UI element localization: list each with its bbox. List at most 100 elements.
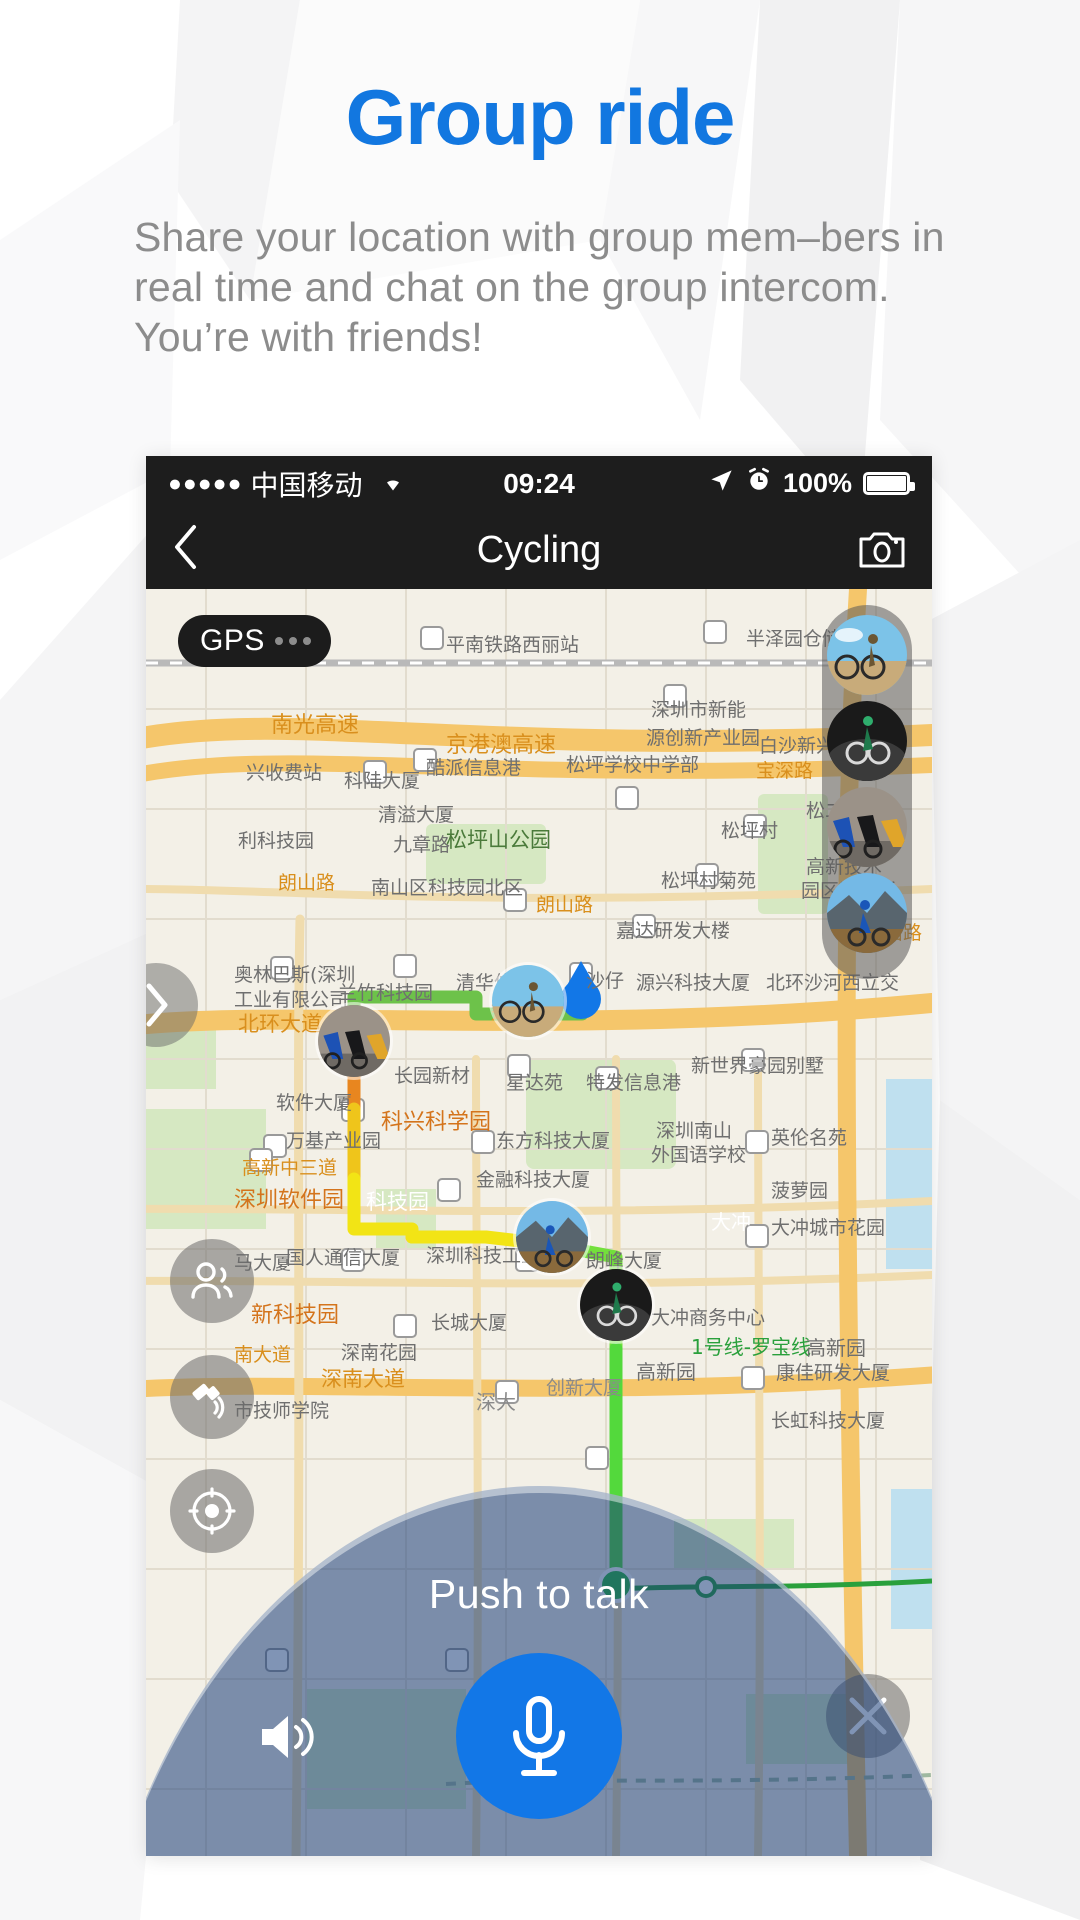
speaker-icon xyxy=(262,1716,314,1758)
map-label: 星达苑 xyxy=(506,1072,563,1094)
page-subtitle: Share your location with group mem–bers … xyxy=(134,214,945,361)
satellite-button[interactable] xyxy=(170,1355,254,1439)
map-label: 平南铁路西丽站 xyxy=(446,634,579,656)
map-label: 朗山路 xyxy=(278,872,335,894)
map-label: 大冲商务中心 xyxy=(651,1307,765,1329)
member-avatar-strip[interactable] xyxy=(822,605,912,979)
signal-dots-icon: ●●●●● xyxy=(168,470,243,496)
map-label: 大冲 xyxy=(711,1210,751,1234)
map-label: 沙仔 xyxy=(586,970,624,992)
map-label: 清溢大厦 xyxy=(378,804,454,826)
back-button[interactable] xyxy=(172,524,198,577)
map-label: 深南大道 xyxy=(321,1367,405,1391)
map-label: 深圳软件园 xyxy=(234,1188,344,1213)
map-label: 科兴科学园 xyxy=(381,1110,491,1135)
compass-button[interactable] xyxy=(170,1469,254,1553)
gps-badge[interactable]: GPS xyxy=(178,615,331,667)
status-bar: ●●●●● 中国移动 09:24 100% xyxy=(146,456,932,511)
carrier-label: 中国移动 xyxy=(250,468,363,502)
map-label: 高新园 xyxy=(806,1336,866,1360)
battery-percent-label: 100% xyxy=(782,468,852,498)
wifi-icon xyxy=(378,468,408,499)
status-bar-right: 100% xyxy=(708,467,915,501)
member-avatar-peloton[interactable] xyxy=(827,787,907,867)
map-label: 科陆大厦 xyxy=(344,770,420,792)
battery-full-icon xyxy=(863,472,915,495)
map-label: 科技园 xyxy=(366,1190,429,1214)
nav-bar: Cycling xyxy=(146,511,932,589)
compass-icon xyxy=(188,1487,236,1535)
map-label: 利科技园 xyxy=(238,830,314,852)
map-label: 高新中三道 xyxy=(242,1157,337,1179)
map-label: 北环大道 xyxy=(238,1012,322,1036)
map-label: 英伦名苑 xyxy=(771,1127,847,1149)
map-label: 九章路 xyxy=(393,834,450,856)
map-label: 松坪山公园 xyxy=(446,828,551,852)
group-members-icon xyxy=(191,1262,233,1299)
route-marker-night-rider[interactable] xyxy=(580,1269,652,1341)
map-label: 兴收费站 xyxy=(246,762,322,784)
location-arrow-icon xyxy=(708,467,735,501)
phone-mockup: ●●●●● 中国移动 09:24 100% Cycling 平南铁路西丽站 半泽… xyxy=(146,456,932,1856)
map-label: 酷派信息港 xyxy=(426,757,521,779)
map-label: 软件大厦 xyxy=(276,1092,352,1114)
route-marker-mountain-rider[interactable] xyxy=(516,1201,588,1273)
map-label: 南光高速 xyxy=(271,713,359,738)
page-title: Group ride xyxy=(345,73,736,161)
map-label: 长园新材 xyxy=(394,1065,470,1087)
map-label: 大冲城市花园 xyxy=(771,1217,885,1239)
promo-copy: Group ride Share your location with grou… xyxy=(0,0,1080,362)
map-label: 1号线-罗宝线 xyxy=(691,1335,811,1359)
map-label: 松坪村 xyxy=(721,820,778,842)
microphone-button[interactable] xyxy=(456,1653,622,1819)
map-label: 菠萝园 xyxy=(771,1180,828,1202)
map-label: 特发信息港 xyxy=(586,1072,681,1094)
map-label: 工业有限公司 xyxy=(234,989,348,1011)
group-members-button[interactable] xyxy=(170,1239,254,1323)
map-label: 高新园 xyxy=(636,1360,696,1384)
map-label: 新科技园 xyxy=(251,1303,339,1328)
map-label: 深圳市新能 xyxy=(651,699,746,721)
map-label: 康佳研发大厦 xyxy=(776,1362,890,1384)
route-marker-cyclist-desert[interactable] xyxy=(492,965,564,1037)
gps-loading-dots-icon xyxy=(274,637,311,645)
map-label: 金融科技大厦 xyxy=(476,1169,590,1191)
map-label: 南大道 xyxy=(234,1344,291,1366)
map-label: 兰竹科技园 xyxy=(338,982,433,1004)
map-label: 创新大厦 xyxy=(546,1377,622,1399)
map-label: 长城大厦 xyxy=(431,1312,507,1334)
gps-label: GPS xyxy=(200,624,265,657)
microphone-icon xyxy=(513,1696,565,1776)
member-avatar-cyclist-desert[interactable] xyxy=(827,615,907,695)
map-label: 朗峰大厦 xyxy=(586,1250,662,1272)
map-label: 长虹科技大厦 xyxy=(771,1410,885,1432)
map-label: 国人通信大厦 xyxy=(286,1247,400,1269)
map-label: 深大 xyxy=(476,1390,516,1414)
map-label: 外国语学校 xyxy=(651,1144,746,1166)
member-avatar-night-rider[interactable] xyxy=(827,701,907,781)
push-to-talk-label: Push to talk xyxy=(428,1571,650,1617)
satellite-icon xyxy=(192,1383,225,1419)
route-marker-peloton[interactable] xyxy=(318,1005,390,1077)
map-label: 京港澳高速 xyxy=(446,733,556,758)
speaker-button[interactable] xyxy=(258,1711,318,1768)
map-label: 松坪村菊苑 xyxy=(661,870,756,892)
map-label: 松坪学校中学部 xyxy=(566,754,699,776)
map-label: 嘉达研发大楼 xyxy=(616,920,730,942)
map-label: 宝深路 xyxy=(756,760,813,782)
camera-button[interactable] xyxy=(858,529,906,571)
map-label: 东方科技大厦 xyxy=(496,1130,610,1152)
map-label: 朗山路 xyxy=(536,894,593,916)
member-avatar-mountain-rider[interactable] xyxy=(827,873,907,953)
map-label: 深南花园 xyxy=(341,1342,417,1364)
map-label: 源创新产业园 xyxy=(646,727,760,749)
nav-title: Cycling xyxy=(476,528,602,571)
alarm-clock-icon xyxy=(746,467,772,500)
map-label: 万基产业园 xyxy=(286,1130,381,1152)
map-label: 深圳南山 xyxy=(656,1120,732,1142)
map-view[interactable]: 平南铁路西丽站半泽园仓储中心深圳市新能源创新产业园南光高速京港澳高速白沙新兴产业… xyxy=(146,589,932,1856)
map-label: 南山区科技园北区 xyxy=(371,877,523,899)
map-label: 新世界豪园别墅 xyxy=(691,1055,824,1077)
status-bar-left: ●●●●● 中国移动 xyxy=(168,464,408,504)
map-label: 源兴科技大厦 xyxy=(636,972,750,994)
